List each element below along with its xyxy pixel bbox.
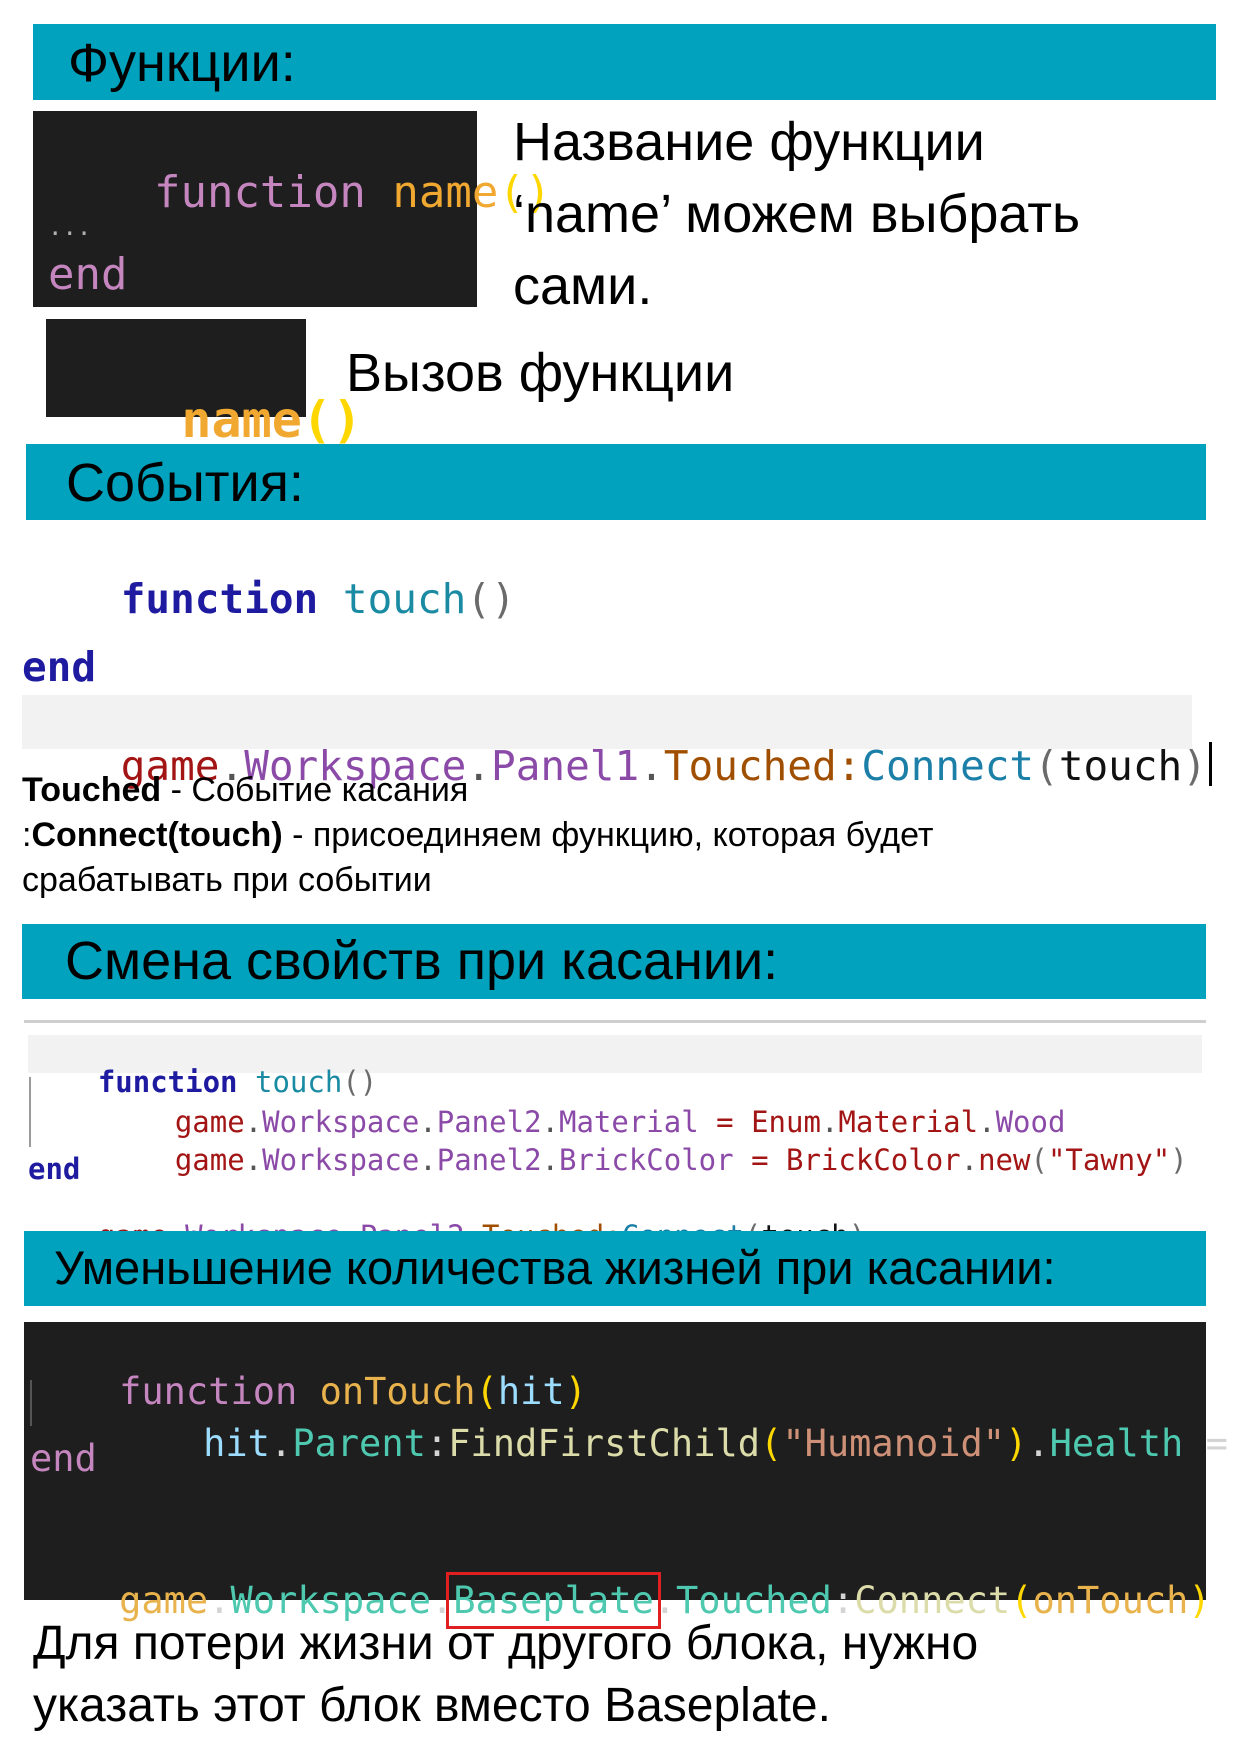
function-name-description: Название функции ‘name’ можем выбрать са…	[513, 106, 1080, 322]
events-keyword-function: function	[120, 575, 319, 623]
dot: .	[419, 1143, 437, 1177]
events-title: События:	[66, 453, 304, 513]
note-touched: Touched	[22, 771, 162, 809]
health-arg: onTouch	[1032, 1579, 1189, 1622]
health-parent: Parent	[292, 1422, 426, 1465]
dot: .	[541, 1143, 559, 1177]
dot: .	[960, 1143, 979, 1177]
props-keyword-end: end	[28, 1152, 81, 1186]
health-code: function onTouch(hit) hit.Parent:FindFir…	[24, 1322, 1228, 1629]
change-props-title: Смена свойств при касании:	[65, 931, 779, 991]
events-parens: ()	[466, 575, 516, 623]
open-paren: (	[760, 1422, 783, 1465]
health-title: Уменьшение количества жизней при касании…	[54, 1241, 1056, 1294]
props-workspace: Workspace	[262, 1143, 420, 1177]
section-title-health: Уменьшение количества жизней при касании…	[24, 1231, 1206, 1306]
events-note: Touched - Событие касания :Connect(touch…	[22, 768, 933, 903]
section-title-change-props: Смена свойств при касании:	[22, 924, 1206, 999]
props-eq: =	[751, 1143, 769, 1177]
code-keyword-function: function	[153, 167, 366, 218]
indent-guide	[29, 1077, 31, 1147]
events-function-name: touch	[342, 575, 467, 623]
function-call-code: name()	[46, 319, 362, 445]
note-line-3: срабатывать при событии	[22, 861, 432, 899]
description-line-2: ‘name’ можем выбрать	[513, 184, 1081, 244]
props-panel: Panel2	[436, 1143, 542, 1177]
section-title-functions: Функции:	[33, 24, 1216, 100]
events-code: function touch() end game.Workspace.Pane…	[22, 530, 1212, 787]
events-connect-line: game.Workspace.Panel1.Touched:Connect(to…	[22, 695, 1212, 787]
close-paren: )	[1182, 742, 1207, 790]
change-props-code: function touch() game.Workspace.Panel2.M…	[24, 1020, 1206, 1251]
health-find-first-child: FindFirstChild	[448, 1422, 761, 1465]
health-keyword-end: end	[30, 1437, 97, 1480]
call-function-name: name	[181, 391, 302, 449]
dot: .	[269, 1422, 293, 1465]
dot: .	[244, 1143, 263, 1177]
section-title-events: События:	[26, 444, 1206, 520]
close-paren: )	[1170, 1143, 1188, 1177]
text-cursor	[1208, 742, 1212, 786]
description-line-1: Название функции	[513, 112, 985, 172]
indent-guide	[30, 1380, 32, 1426]
close-paren: )	[1005, 1422, 1028, 1465]
health-note: Для потери жизни от другого блока, нужно…	[33, 1613, 978, 1737]
function-call-label: Вызов функции	[346, 343, 735, 403]
health-note-line-2: указать этот блок вместо Baseplate.	[33, 1679, 831, 1732]
code-ellipsis: ...	[48, 213, 92, 241]
props-new: new	[978, 1143, 1031, 1177]
code-keyword-end: end	[48, 249, 128, 300]
functions-title: Функции:	[68, 33, 296, 93]
open-paren: (	[1030, 1143, 1048, 1177]
events-keyword-end: end	[22, 643, 97, 691]
close-paren: )	[1188, 1579, 1211, 1622]
code-function-name: name	[392, 167, 499, 218]
function-definition-code: function name() ... end	[33, 111, 551, 307]
open-paren: (	[1034, 742, 1059, 790]
health-eq: =	[1205, 1422, 1228, 1465]
description-line-3: сами.	[513, 256, 653, 316]
health-health: Health	[1049, 1422, 1184, 1465]
health-hit: hit	[203, 1422, 270, 1465]
props-brickcolor-class: BrickColor	[786, 1143, 961, 1177]
health-note-line-1: Для потери жизни от другого блока, нужно	[33, 1617, 979, 1670]
open-paren: (	[1010, 1579, 1033, 1622]
events-arg: touch	[1058, 742, 1183, 790]
note-connect-desc: - присоединяем функцию, которая будет	[282, 816, 934, 854]
props-string: "Tawny"	[1047, 1143, 1171, 1177]
props-brickcolor: BrickColor	[559, 1143, 734, 1177]
health-string: "Humanoid"	[782, 1422, 1006, 1465]
props-game: game	[174, 1143, 245, 1177]
dot: .	[1027, 1422, 1050, 1465]
note-connect: Connect(touch)	[31, 816, 283, 854]
colon: :	[425, 1422, 449, 1465]
note-touched-desc: - Событие касания	[161, 771, 469, 809]
